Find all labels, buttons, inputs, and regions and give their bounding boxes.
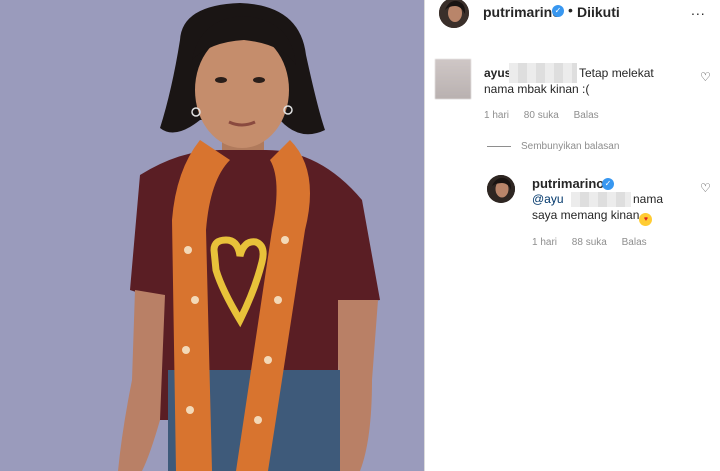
- comment-text-line2: nama mbak kinan :(: [484, 82, 590, 96]
- post-photo: [0, 0, 424, 471]
- author-username[interactable]: putrimarino: [483, 4, 561, 20]
- comment-time: 1 hari: [484, 110, 510, 121]
- reply-likes[interactable]: 88 suka: [572, 237, 607, 248]
- kiss-emoji-icon: ♥: [639, 213, 653, 226]
- verified-badge-icon: ✓: [552, 5, 564, 17]
- heart-outline-icon[interactable]: ♡: [700, 181, 711, 195]
- reply-username[interactable]: putrimarino: [532, 176, 604, 191]
- header-separator: •: [568, 2, 573, 18]
- follow-status-button[interactable]: Diikuti: [577, 4, 620, 20]
- photo-illustration: [0, 0, 424, 471]
- reply-avatar[interactable]: [487, 175, 515, 203]
- reply-time: 1 hari: [532, 237, 558, 248]
- reply-reply-button[interactable]: Balas: [622, 237, 647, 248]
- more-options-icon[interactable]: ...: [691, 2, 706, 18]
- reply-meta: 1 hari 88 suka Balas: [532, 237, 659, 248]
- reply-mention[interactable]: @ayu: [532, 192, 564, 206]
- avatar-image: [439, 0, 469, 28]
- comment-reply-button[interactable]: Balas: [574, 110, 599, 121]
- hide-replies-label: Sembunyikan balasan: [521, 141, 620, 152]
- redacted-username: [509, 63, 577, 83]
- comment-meta: 1 hari 80 suka Balas: [484, 110, 611, 121]
- reply-text-line2-content: saya memang kinan: [532, 208, 640, 222]
- comments-panel: putrimarino ✓ • Diikuti ... ayus Tetap m…: [424, 0, 720, 471]
- commenter-username[interactable]: ayus: [484, 66, 511, 80]
- redacted-mention: [571, 192, 631, 207]
- post-header: putrimarino ✓ • Diikuti ...: [425, 0, 720, 30]
- reply-text-line2: saya memang kinan ♥: [532, 208, 653, 226]
- comment-text-line1: Tetap melekat: [579, 66, 654, 80]
- comment-likes[interactable]: 80 suka: [524, 110, 559, 121]
- hide-replies-button[interactable]: Sembunyikan balasan: [487, 141, 619, 152]
- verified-badge-icon: ✓: [602, 178, 614, 190]
- heart-outline-icon[interactable]: ♡: [700, 70, 711, 84]
- author-avatar[interactable]: [439, 0, 469, 28]
- divider-line: [487, 145, 511, 147]
- commenter-avatar[interactable]: [435, 59, 471, 99]
- reply-avatar-image: [487, 175, 515, 203]
- reply-text-line1: nama: [633, 192, 664, 206]
